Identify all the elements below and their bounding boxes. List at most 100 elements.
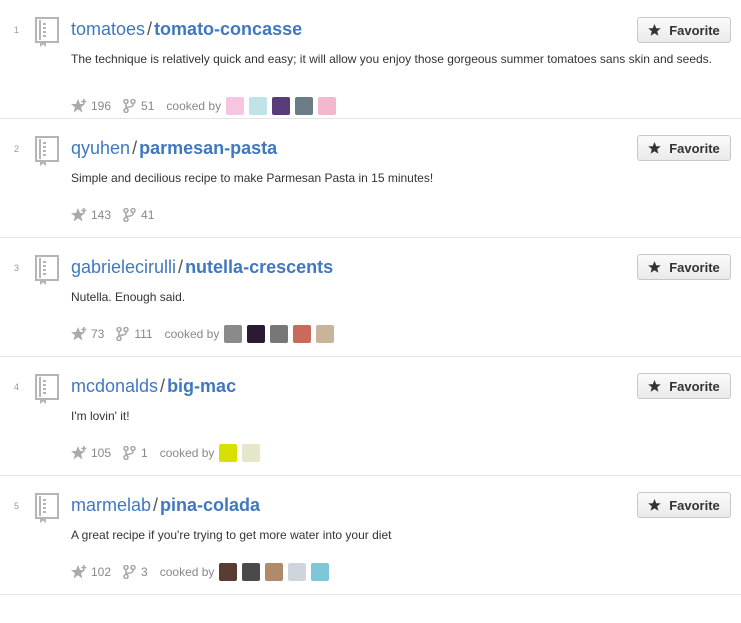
avatar-teal-identicon[interactable] [249, 97, 268, 115]
stars-stat[interactable]: 73 [71, 327, 104, 341]
repo-description: Nutella. Enough said. [71, 290, 186, 304]
avatar-sketch-face[interactable] [242, 444, 261, 462]
avatar-purple-art[interactable] [272, 97, 291, 115]
stars-stat[interactable]: 102 [71, 565, 111, 579]
repo-item: 3 gabrielecirulli / nutella-crescents Nute… [0, 238, 741, 357]
star-icon [71, 327, 87, 341]
forks-count: 51 [141, 99, 155, 113]
favorite-button[interactable]: Favorite [637, 17, 731, 43]
star-icon [648, 499, 662, 511]
avatar-man-dark-photo[interactable] [219, 563, 238, 581]
repo-title: marmelab / pina-colada [71, 495, 260, 516]
favorite-button[interactable]: Favorite [637, 492, 731, 518]
repo-owner-link[interactable]: gabrielecirulli [71, 257, 176, 277]
favorite-label: Favorite [669, 259, 720, 275]
repo-name-link[interactable]: big-mac [167, 376, 236, 396]
title-separator: / [160, 376, 166, 396]
cooked-by-label: cooked by [159, 565, 215, 579]
repo-book-icon [35, 17, 59, 47]
stars-count: 143 [91, 208, 112, 222]
repo-description: I'm lovin' it! [71, 409, 130, 423]
repo-rank: 1 [14, 25, 20, 35]
repo-name-link[interactable]: nutella-crescents [185, 257, 333, 277]
avatar-grey-face-photo[interactable] [270, 325, 289, 343]
repo-item: 4 mcdonalds / big-mac I'm lovin' it! 105… [0, 357, 741, 476]
repo-title: gabrielecirulli / nutella-crescents [71, 257, 333, 278]
stars-count: 105 [91, 446, 112, 460]
repo-item: 2 qyuhen / parmesan-pasta Simple and decil… [0, 119, 741, 238]
repo-book-icon [35, 255, 59, 285]
repo-owner-link[interactable]: marmelab [71, 495, 151, 515]
avatar-pink-identicon-2[interactable] [318, 97, 337, 115]
repo-name-link[interactable]: tomato-concasse [154, 19, 302, 39]
star-icon [71, 208, 87, 222]
fork-icon [123, 565, 136, 579]
repo-meta: 73 111 cooked by [71, 324, 339, 344]
star-icon [71, 99, 87, 113]
stars-stat[interactable]: 143 [71, 208, 111, 222]
repo-item: 1 tomatoes / tomato-concasse The technique… [0, 0, 741, 119]
cooked-by-label: cooked by [159, 446, 215, 460]
star-icon [648, 261, 662, 273]
fork-icon [123, 446, 136, 460]
avatar-man-glasses-photo[interactable] [224, 325, 243, 343]
favorite-label: Favorite [669, 140, 720, 156]
star-icon [648, 380, 662, 392]
repo-owner-link[interactable]: qyuhen [71, 138, 130, 158]
avatar-man-suit-photo[interactable] [265, 563, 284, 581]
favorite-label: Favorite [669, 497, 720, 513]
repo-item: 5 marmelab / pina-colada A great recipe if… [0, 476, 741, 595]
forks-count: 111 [134, 327, 153, 341]
repo-owner-link[interactable]: mcdonalds [71, 376, 158, 396]
star-icon [71, 446, 87, 460]
contributor-avatars [219, 563, 334, 581]
avatar-grey-photo[interactable] [242, 563, 261, 581]
contributor-avatars [224, 325, 339, 343]
stars-stat[interactable]: 196 [71, 99, 111, 113]
repo-meta: 105 1 cooked by [71, 443, 265, 463]
fork-icon [123, 208, 136, 222]
contributor-avatars [219, 444, 265, 462]
repo-name-link[interactable]: parmesan-pasta [139, 138, 277, 158]
repo-book-icon [35, 493, 59, 523]
stars-count: 73 [91, 327, 105, 341]
forks-stat[interactable]: 111 [116, 327, 153, 341]
contributor-avatars [226, 97, 341, 115]
stars-count: 102 [91, 565, 112, 579]
avatar-man-photo[interactable] [295, 97, 314, 115]
repo-rank: 3 [14, 263, 20, 273]
repo-rank: 4 [14, 382, 20, 392]
favorite-label: Favorite [669, 22, 720, 38]
forks-stat[interactable]: 1 [123, 446, 148, 460]
repo-name-link[interactable]: pina-colada [160, 495, 260, 515]
forks-stat[interactable]: 3 [123, 565, 148, 579]
repo-description: Simple and decilious recipe to make Parm… [71, 171, 434, 185]
title-separator: / [132, 138, 138, 158]
avatar-dark-purple-photo[interactable] [247, 325, 266, 343]
avatar-red-face-photo[interactable] [293, 325, 312, 343]
favorite-button[interactable]: Favorite [637, 373, 731, 399]
repo-meta: 102 3 cooked by [71, 562, 334, 582]
avatar-pink-identicon[interactable] [226, 97, 245, 115]
fork-icon [116, 327, 130, 341]
favorite-button[interactable]: Favorite [637, 254, 731, 280]
avatar-cartoon-face[interactable] [311, 563, 330, 581]
favorite-label: Favorite [669, 378, 720, 394]
repo-owner-link[interactable]: tomatoes [71, 19, 145, 39]
avatar-landscape-photo[interactable] [316, 325, 335, 343]
repo-description: A great recipe if you're trying to get m… [71, 528, 392, 542]
repo-description: The technique is relatively quick and ea… [71, 52, 712, 66]
forks-stat[interactable]: 51 [123, 99, 154, 113]
title-separator: / [178, 257, 184, 277]
forks-stat[interactable]: 41 [123, 208, 154, 222]
repo-book-icon [35, 374, 59, 404]
stars-stat[interactable]: 105 [71, 446, 111, 460]
recipe-repo-list: 1 tomatoes / tomato-concasse The technique… [0, 0, 741, 595]
stars-count: 196 [91, 99, 112, 113]
star-icon [648, 24, 662, 36]
favorite-button[interactable]: Favorite [637, 135, 731, 161]
avatar-pale-photo[interactable] [288, 563, 307, 581]
forks-count: 1 [141, 446, 148, 460]
repo-rank: 2 [14, 144, 20, 154]
avatar-yellow-green-art[interactable] [219, 444, 238, 462]
